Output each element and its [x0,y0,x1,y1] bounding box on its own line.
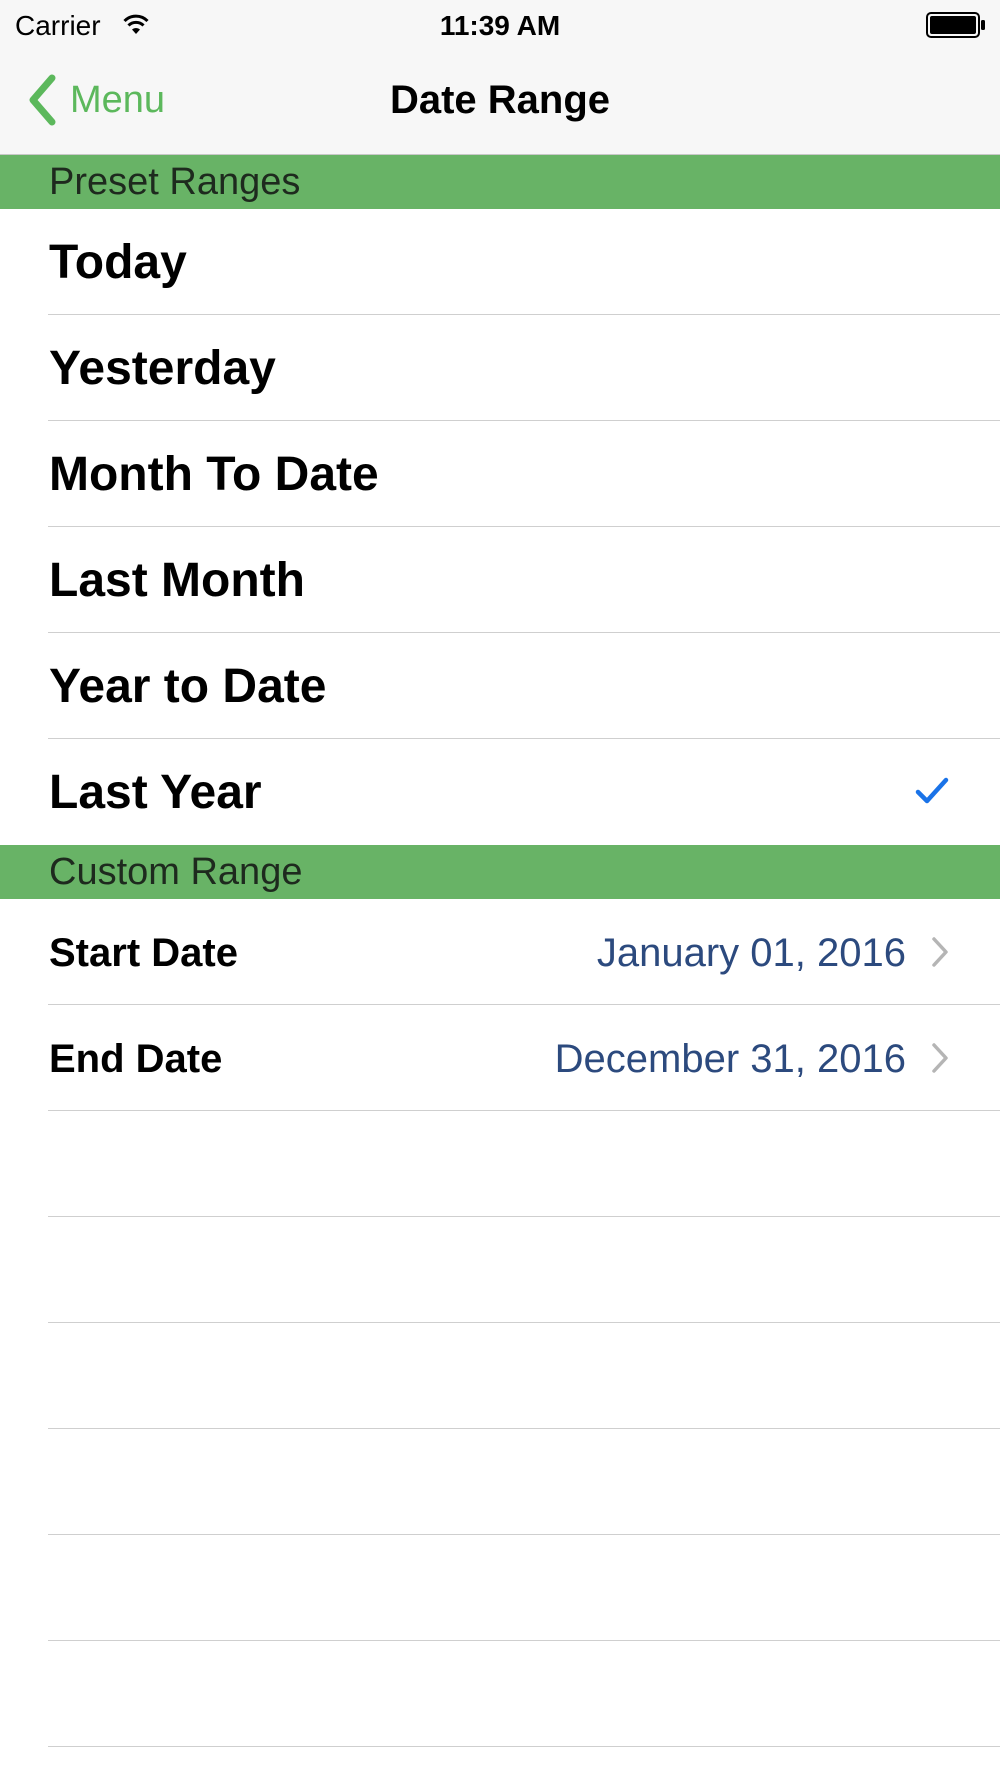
battery-icon [926,12,985,38]
row-label: Last Year [49,766,262,819]
chevron-right-icon [932,937,948,967]
preset-row-today[interactable]: Today [0,209,1000,315]
end-date-value: December 31, 2016 [554,1037,906,1081]
row-label: Month To Date [49,448,379,501]
row-label: Year to Date [49,660,327,713]
empty-row-separator [48,1746,1000,1747]
empty-row-separator [48,1640,1000,1641]
status-bar: Carrier 11:39 AM [0,0,1000,50]
row-separator [48,1110,1000,1111]
end-date-row[interactable]: End Date December 31, 2016 [0,1005,1000,1111]
start-date-value: January 01, 2016 [596,931,906,975]
row-label: Yesterday [49,342,276,395]
section-header-preset-ranges: Preset Ranges [0,155,1000,209]
clock: 11:39 AM [439,10,561,41]
empty-row-separator [48,1534,1000,1535]
navigation-bar: Menu Date Range [0,50,1000,155]
preset-row-last-month[interactable]: Last Month [0,527,1000,633]
preset-row-year-to-date[interactable]: Year to Date [0,633,1000,739]
section-header-custom-range: Custom Range [0,845,1000,899]
empty-row-separator [48,1322,1000,1323]
chevron-right-icon [932,1043,948,1073]
empty-row-separator [48,1216,1000,1217]
preset-row-last-year[interactable]: Last Year [0,739,1000,845]
row-label: Last Month [49,554,305,607]
page-title: Date Range [389,78,611,122]
row-label: Today [49,236,187,289]
start-date-row[interactable]: Start Date January 01, 2016 [0,899,1000,1005]
start-date-label: Start Date [49,931,238,975]
empty-row-separator [48,1428,1000,1429]
section-header-label: Custom Range [49,851,303,893]
section-header-label: Preset Ranges [49,161,301,203]
preset-row-yesterday[interactable]: Yesterday [0,315,1000,421]
end-date-label: End Date [49,1037,223,1081]
checkmark-icon [915,777,949,804]
preset-row-month-to-date[interactable]: Month To Date [0,421,1000,527]
